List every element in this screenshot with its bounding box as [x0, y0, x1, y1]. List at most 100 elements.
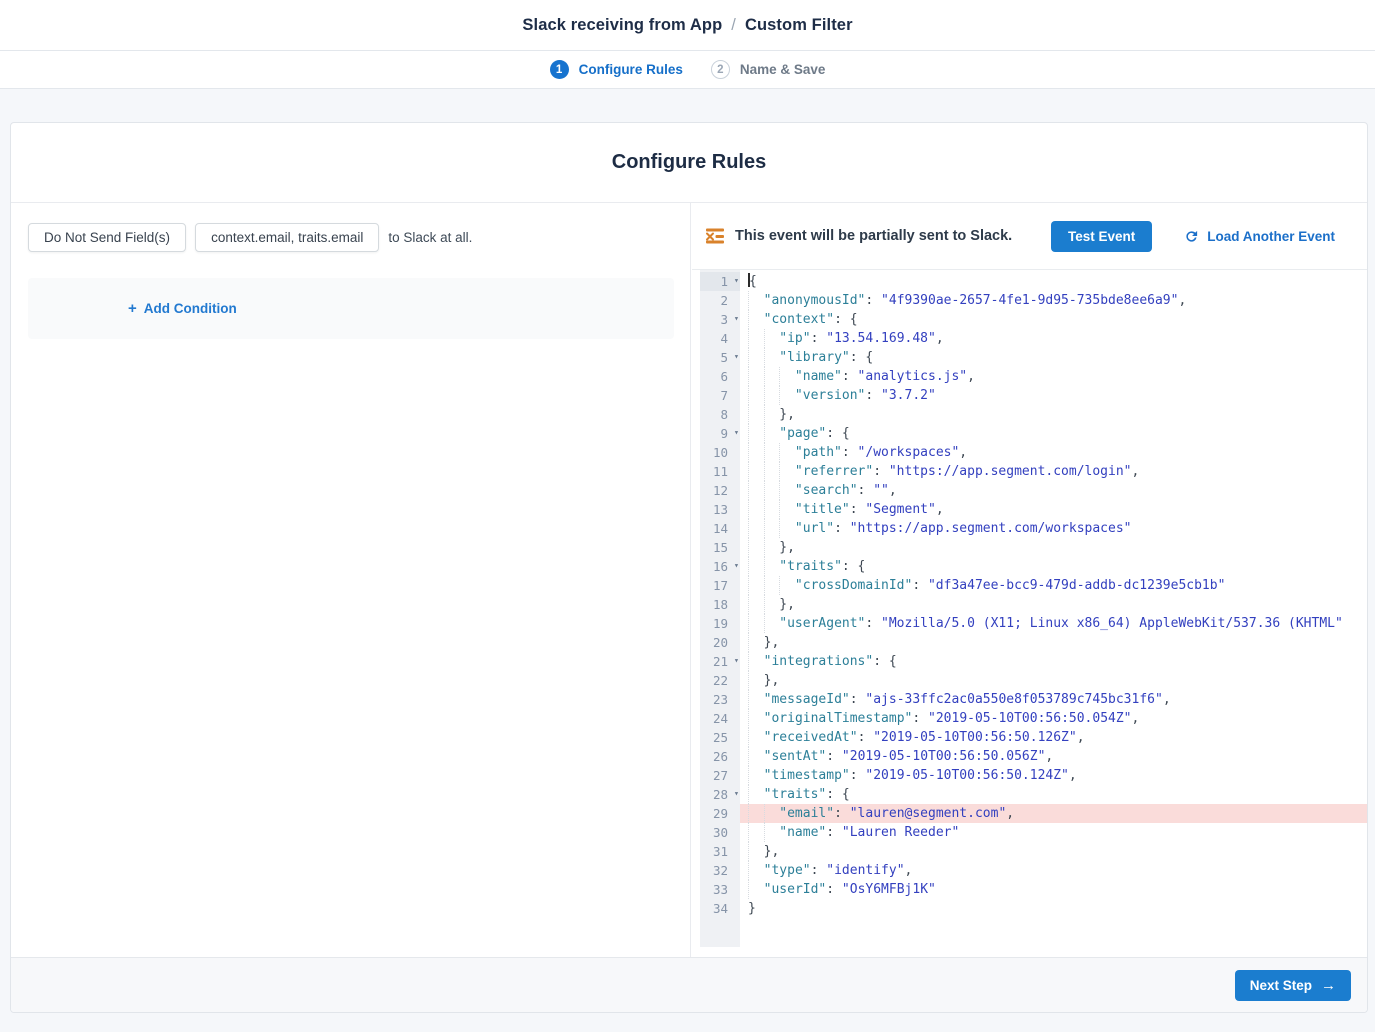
code-line[interactable]: 26"sentAt": "2019-05-10T00:56:50.056Z", — [692, 747, 1367, 766]
code-line[interactable]: 18}, — [692, 595, 1367, 614]
line-number[interactable]: 5▾ — [700, 348, 740, 367]
test-event-button[interactable]: Test Event — [1051, 221, 1152, 252]
code-line[interactable]: 10"path": "/workspaces", — [692, 443, 1367, 462]
line-number[interactable]: 4 — [700, 329, 740, 348]
code-text[interactable]: "page": { — [740, 424, 1367, 443]
line-number[interactable]: 2 — [700, 291, 740, 310]
code-text[interactable]: "integrations": { — [740, 652, 1367, 671]
code-line[interactable]: 7"version": "3.7.2" — [692, 386, 1367, 405]
code-text[interactable]: "email": "lauren@segment.com", — [740, 804, 1367, 823]
line-number[interactable]: 27 — [700, 766, 740, 785]
code-text[interactable]: "traits": { — [740, 557, 1367, 576]
code-text[interactable]: "timestamp": "2019-05-10T00:56:50.124Z", — [740, 766, 1367, 785]
code-text[interactable]: "url": "https://app.segment.com/workspac… — [740, 519, 1367, 538]
line-number[interactable]: 14 — [700, 519, 740, 538]
fold-caret-icon[interactable]: ▾ — [734, 652, 739, 671]
code-text[interactable]: "originalTimestamp": "2019-05-10T00:56:5… — [740, 709, 1367, 728]
fold-caret-icon[interactable]: ▾ — [734, 557, 739, 576]
fold-caret-icon[interactable]: ▾ — [734, 424, 739, 443]
code-line[interactable]: 9▾"page": { — [692, 424, 1367, 443]
code-line[interactable]: 31}, — [692, 842, 1367, 861]
code-line[interactable]: 27"timestamp": "2019-05-10T00:56:50.124Z… — [692, 766, 1367, 785]
line-number[interactable]: 9▾ — [700, 424, 740, 443]
code-text[interactable]: "userAgent": "Mozilla/5.0 (X11; Linux x8… — [740, 614, 1367, 633]
code-text[interactable]: "receivedAt": "2019-05-10T00:56:50.126Z"… — [740, 728, 1367, 747]
line-number[interactable]: 10 — [700, 443, 740, 462]
code-line[interactable]: 13"title": "Segment", — [692, 500, 1367, 519]
code-text[interactable]: }, — [740, 405, 1367, 424]
code-text[interactable]: "context": { — [740, 310, 1367, 329]
code-text[interactable]: "sentAt": "2019-05-10T00:56:50.056Z", — [740, 747, 1367, 766]
code-text[interactable]: "userId": "OsY6MFBj1K" — [740, 880, 1367, 899]
code-text[interactable]: { — [740, 272, 1367, 291]
line-number[interactable]: 7 — [700, 386, 740, 405]
line-number[interactable]: 30 — [700, 823, 740, 842]
code-line[interactable]: 17"crossDomainId": "df3a47ee-bcc9-479d-a… — [692, 576, 1367, 595]
code-text[interactable]: "search": "", — [740, 481, 1367, 500]
code-line[interactable]: 8}, — [692, 405, 1367, 424]
code-line[interactable]: 5▾"library": { — [692, 348, 1367, 367]
code-text[interactable]: }, — [740, 595, 1367, 614]
fold-caret-icon[interactable]: ▾ — [734, 348, 739, 367]
line-number[interactable]: 6 — [700, 367, 740, 386]
code-line[interactable]: 23"messageId": "ajs-33ffc2ac0a550e8f0537… — [692, 690, 1367, 709]
code-text[interactable]: "name": "Lauren Reeder" — [740, 823, 1367, 842]
step-configure-rules[interactable]: 1 Configure Rules — [550, 60, 683, 79]
fold-caret-icon[interactable]: ▾ — [734, 272, 739, 291]
line-number[interactable]: 3▾ — [700, 310, 740, 329]
code-line[interactable]: 4"ip": "13.54.169.48", — [692, 329, 1367, 348]
line-number[interactable]: 33 — [700, 880, 740, 899]
line-number[interactable]: 13 — [700, 500, 740, 519]
code-line[interactable]: 16▾"traits": { — [692, 557, 1367, 576]
fold-caret-icon[interactable]: ▾ — [734, 785, 739, 804]
code-text[interactable]: } — [740, 899, 1367, 918]
line-number[interactable]: 17 — [700, 576, 740, 595]
code-line[interactable]: 32"type": "identify", — [692, 861, 1367, 880]
line-number[interactable]: 25 — [700, 728, 740, 747]
code-line[interactable]: 25"receivedAt": "2019-05-10T00:56:50.126… — [692, 728, 1367, 747]
fields-value-button[interactable]: context.email, traits.email — [195, 223, 379, 252]
code-text[interactable]: }, — [740, 633, 1367, 652]
code-text[interactable]: "version": "3.7.2" — [740, 386, 1367, 405]
line-number[interactable]: 26 — [700, 747, 740, 766]
json-code-editor[interactable]: 1▾{2"anonymousId": "4f9390ae-2657-4fe1-9… — [692, 269, 1367, 947]
next-step-button[interactable]: Next Step → — [1235, 970, 1351, 1001]
code-line[interactable]: 15}, — [692, 538, 1367, 557]
code-line[interactable]: 6"name": "analytics.js", — [692, 367, 1367, 386]
line-number[interactable]: 21▾ — [700, 652, 740, 671]
line-number[interactable]: 19 — [700, 614, 740, 633]
field-action-selector[interactable]: Do Not Send Field(s) — [28, 223, 186, 252]
code-line[interactable]: 28▾"traits": { — [692, 785, 1367, 804]
code-line[interactable]: 29"email": "lauren@segment.com", — [692, 804, 1367, 823]
code-line[interactable]: 12"search": "", — [692, 481, 1367, 500]
code-text[interactable]: }, — [740, 538, 1367, 557]
line-number[interactable]: 15 — [700, 538, 740, 557]
load-another-event-button[interactable]: Load Another Event — [1184, 229, 1335, 244]
code-line[interactable]: 34} — [692, 899, 1367, 918]
code-text[interactable]: "crossDomainId": "df3a47ee-bcc9-479d-add… — [740, 576, 1367, 595]
code-line[interactable]: 21▾"integrations": { — [692, 652, 1367, 671]
code-text[interactable]: "ip": "13.54.169.48", — [740, 329, 1367, 348]
line-number[interactable]: 32 — [700, 861, 740, 880]
code-line[interactable]: 22}, — [692, 671, 1367, 690]
code-line[interactable]: 24"originalTimestamp": "2019-05-10T00:56… — [692, 709, 1367, 728]
code-text[interactable]: "anonymousId": "4f9390ae-2657-4fe1-9d95-… — [740, 291, 1367, 310]
line-number[interactable]: 28▾ — [700, 785, 740, 804]
fold-caret-icon[interactable]: ▾ — [734, 310, 739, 329]
line-number[interactable]: 16▾ — [700, 557, 740, 576]
code-text[interactable]: }, — [740, 842, 1367, 861]
line-number[interactable]: 23 — [700, 690, 740, 709]
line-number[interactable]: 22 — [700, 671, 740, 690]
code-line[interactable]: 11"referrer": "https://app.segment.com/l… — [692, 462, 1367, 481]
code-text[interactable]: "title": "Segment", — [740, 500, 1367, 519]
code-line[interactable]: 33"userId": "OsY6MFBj1K" — [692, 880, 1367, 899]
line-number[interactable]: 29 — [700, 804, 740, 823]
code-text[interactable]: "library": { — [740, 348, 1367, 367]
code-line[interactable]: 19"userAgent": "Mozilla/5.0 (X11; Linux … — [692, 614, 1367, 633]
code-text[interactable]: "traits": { — [740, 785, 1367, 804]
line-number[interactable]: 31 — [700, 842, 740, 861]
code-text[interactable]: "path": "/workspaces", — [740, 443, 1367, 462]
step-name-save[interactable]: 2 Name & Save — [711, 60, 826, 79]
code-text[interactable]: "type": "identify", — [740, 861, 1367, 880]
code-line[interactable]: 20}, — [692, 633, 1367, 652]
